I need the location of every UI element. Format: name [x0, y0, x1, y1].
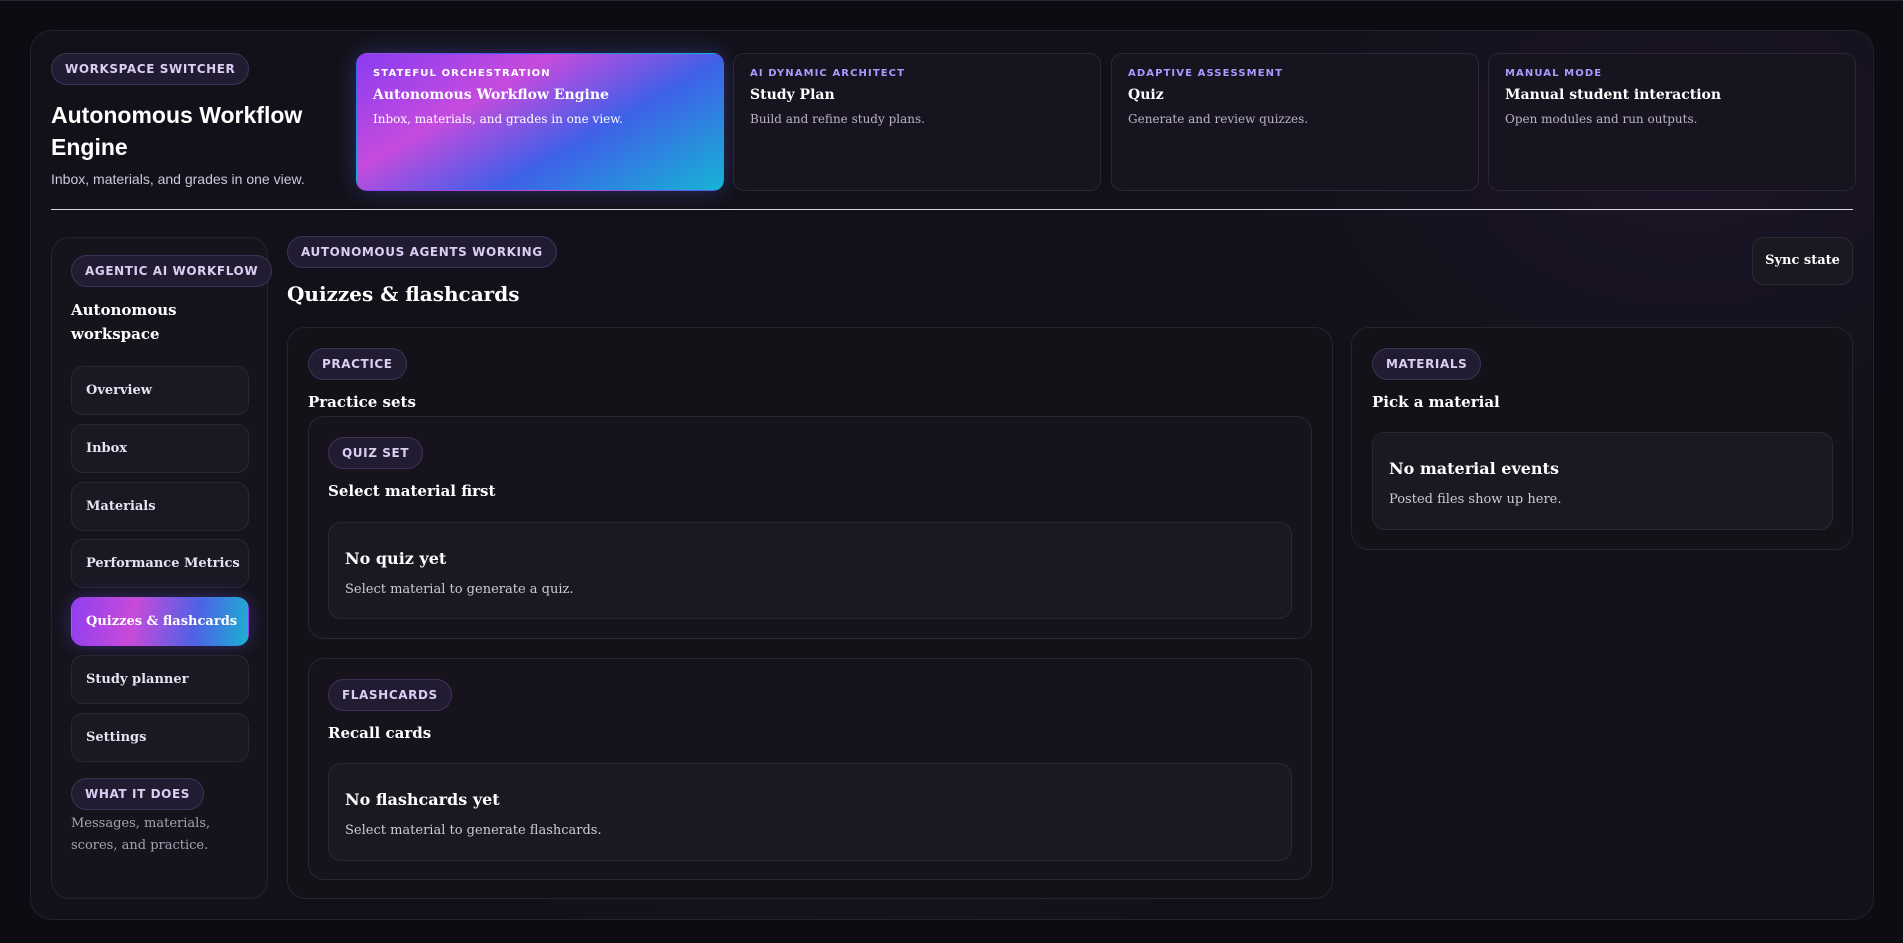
header-divider	[51, 209, 1853, 210]
materials-badge: MATERIALS	[1372, 348, 1482, 380]
empty-state-desc: Posted files show up here.	[1389, 492, 1562, 507]
sidebar-item-materials[interactable]: Materials	[71, 482, 249, 531]
top-border	[0, 0, 1903, 1]
sync-state-button[interactable]: Sync state	[1752, 237, 1853, 285]
mode-desc: Open modules and run outputs.	[1505, 112, 1698, 126]
quiz-set-title: Select material first	[328, 482, 496, 500]
mode-card-quiz[interactable]: ADAPTIVE ASSESSMENT Quiz Generate and re…	[1111, 53, 1479, 191]
quiz-empty-state: No quiz yet Select material to generate …	[328, 522, 1292, 619]
sidebar-footer-text: Messages, materials, scores, and practic…	[71, 816, 211, 853]
mode-eyebrow: ADAPTIVE ASSESSMENT	[1128, 68, 1284, 79]
mode-title: Manual student interaction	[1505, 87, 1722, 103]
what-it-does-badge: WHAT IT DOES	[71, 778, 205, 810]
sidebar-badge: AGENTIC AI WORKFLOW	[71, 255, 273, 287]
mode-desc: Build and refine study plans.	[750, 112, 925, 126]
flashcards-empty-state: No flashcards yet Select material to gen…	[328, 763, 1292, 861]
sidebar-item-inbox[interactable]: Inbox	[71, 424, 249, 473]
empty-state-title: No material events	[1389, 459, 1559, 478]
quiz-set-card: QUIZ SET Select material first No quiz y…	[308, 416, 1312, 639]
practice-badge: PRACTICE	[308, 348, 407, 380]
workspace-title: Autonomous Workflow Engine	[51, 102, 303, 160]
sidebar: AGENTIC AI WORKFLOW Autonomous workspace…	[51, 237, 273, 899]
materials-empty-state: No material events Posted files show up …	[1372, 432, 1833, 530]
mode-eyebrow: AI DYNAMIC ARCHITECT	[750, 68, 906, 79]
sidebar-item-performance-metrics[interactable]: Performance Metrics	[71, 539, 249, 588]
mode-eyebrow: MANUAL MODE	[1505, 68, 1603, 79]
sidebar-title: Autonomous workspace	[71, 301, 177, 343]
flashcards-title: Recall cards	[328, 724, 432, 742]
flashcards-card: FLASHCARDS Recall cards No flashcards ye…	[308, 658, 1312, 880]
page-title: Quizzes & flashcards	[287, 282, 520, 306]
mode-title: Quiz	[1128, 87, 1164, 103]
workspace-switcher-badge: WORKSPACE SWITCHER	[51, 53, 250, 85]
mode-card-manual-mode[interactable]: MANUAL MODE Manual student interaction O…	[1488, 53, 1856, 191]
practice-panel: PRACTICE Practice sets QUIZ SET Select m…	[287, 327, 1333, 899]
empty-state-title: No quiz yet	[345, 549, 447, 568]
mode-title: Autonomous Workflow Engine	[373, 87, 609, 103]
mode-desc: Inbox, materials, and grades in one view…	[373, 112, 623, 126]
empty-state-desc: Select material to generate flashcards.	[345, 823, 602, 838]
sidebar-item-overview[interactable]: Overview	[71, 366, 249, 415]
mode-card-study-plan[interactable]: AI DYNAMIC ARCHITECT Study Plan Build an…	[733, 53, 1101, 191]
agents-status-badge: AUTONOMOUS AGENTS WORKING	[287, 236, 557, 268]
mode-desc: Generate and review quizzes.	[1128, 112, 1309, 126]
mode-eyebrow: STATEFUL ORCHESTRATION	[373, 68, 551, 79]
empty-state-title: No flashcards yet	[345, 790, 500, 809]
sidebar-item-quizzes-flashcards[interactable]: Quizzes & flashcards	[71, 597, 249, 646]
mode-title: Study Plan	[750, 87, 835, 103]
workspace-subtitle: Inbox, materials, and grades in one view…	[51, 171, 305, 187]
practice-title: Practice sets	[308, 393, 416, 411]
mode-card-stateful-orchestration[interactable]: STATEFUL ORCHESTRATION Autonomous Workfl…	[356, 53, 724, 191]
flashcards-badge: FLASHCARDS	[328, 679, 452, 711]
quiz-set-badge: QUIZ SET	[328, 437, 424, 469]
sidebar-item-settings[interactable]: Settings	[71, 713, 249, 762]
sidebar-item-study-planner[interactable]: Study planner	[71, 655, 249, 704]
materials-title: Pick a material	[1372, 393, 1500, 411]
empty-state-desc: Select material to generate a quiz.	[345, 582, 574, 597]
materials-panel: MATERIALS Pick a material No material ev…	[1351, 327, 1853, 550]
